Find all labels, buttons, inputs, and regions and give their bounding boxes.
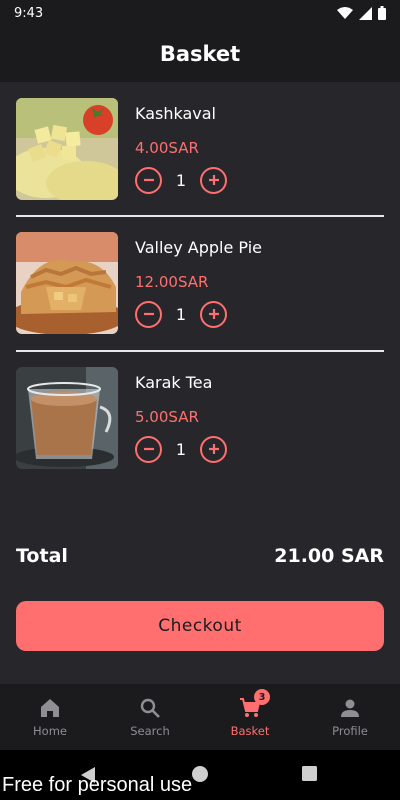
divider: [16, 215, 384, 217]
quantity-stepper: 1: [135, 300, 227, 328]
nav-item-home[interactable]: Home: [0, 684, 100, 750]
decrease-button[interactable]: [135, 300, 162, 328]
basket-item: Kashkaval 4.00SAR 1: [16, 98, 384, 202]
kashkaval-image: [16, 98, 118, 200]
minus-icon: [143, 312, 154, 316]
nav-label: Search: [130, 724, 170, 738]
plus-icon: [208, 309, 219, 319]
total-row: Total 21.00 SAR: [16, 545, 384, 567]
signal-icon: [359, 6, 372, 20]
battery-icon: [378, 6, 386, 20]
divider: [16, 350, 384, 352]
total-value: 21.00 SAR: [274, 545, 384, 567]
recents-icon[interactable]: [302, 766, 317, 781]
item-name: Valley Apple Pie: [135, 238, 263, 257]
plus-icon: [208, 175, 219, 185]
nav-label: Profile: [332, 724, 368, 738]
decrease-button[interactable]: [135, 435, 162, 463]
page-title: Basket: [159, 42, 241, 66]
item-price: 12.00SAR: [135, 273, 209, 291]
nav-item-search[interactable]: Search: [100, 684, 200, 750]
karak-tea-image: [16, 367, 118, 469]
status-icons: [337, 6, 386, 20]
app-header: Basket: [0, 26, 400, 82]
nav-item-profile[interactable]: Profile: [300, 684, 400, 750]
basket-item: Valley Apple Pie 12.00SAR 1: [16, 232, 384, 336]
item-name: Kashkaval: [135, 104, 216, 123]
plus-icon: [208, 444, 219, 454]
increase-button[interactable]: [200, 435, 227, 463]
item-price: 5.00SAR: [135, 408, 199, 426]
quantity-value: 1: [175, 439, 187, 459]
item-name: Karak Tea: [135, 373, 213, 392]
basket-content: Kashkaval 4.00SAR 1 Valley Apple Pie 12.…: [0, 82, 400, 684]
minus-icon: [143, 447, 154, 451]
cart-badge: 3: [254, 689, 270, 705]
nav-label: Home: [33, 724, 67, 738]
wifi-icon: [337, 7, 353, 19]
item-price: 4.00SAR: [135, 139, 199, 157]
total-label: Total: [16, 545, 68, 567]
quantity-value: 1: [175, 170, 187, 190]
increase-button[interactable]: [200, 166, 227, 194]
checkout-button[interactable]: Checkout: [16, 601, 384, 651]
watermark-text: Free for personal use: [2, 774, 193, 796]
decrease-button[interactable]: [135, 166, 162, 194]
increase-button[interactable]: [200, 300, 227, 328]
status-bar: 9:43: [0, 0, 400, 26]
quantity-value: 1: [175, 304, 187, 324]
nav-item-basket[interactable]: 3 Basket: [200, 684, 300, 750]
person-icon: [341, 699, 359, 717]
minus-icon: [143, 178, 154, 182]
status-time: 9:43: [14, 5, 44, 21]
home-button-icon[interactable]: [192, 766, 208, 782]
basket-item: Karak Tea 5.00SAR 1: [16, 367, 384, 471]
bottom-nav: Home Search 3 Basket Profile: [0, 684, 400, 750]
search-icon: [140, 698, 160, 718]
quantity-stepper: 1: [135, 435, 227, 463]
apple-pie-image: [16, 232, 118, 334]
nav-label: Basket: [230, 724, 270, 738]
quantity-stepper: 1: [135, 166, 227, 194]
home-icon: [41, 699, 59, 717]
